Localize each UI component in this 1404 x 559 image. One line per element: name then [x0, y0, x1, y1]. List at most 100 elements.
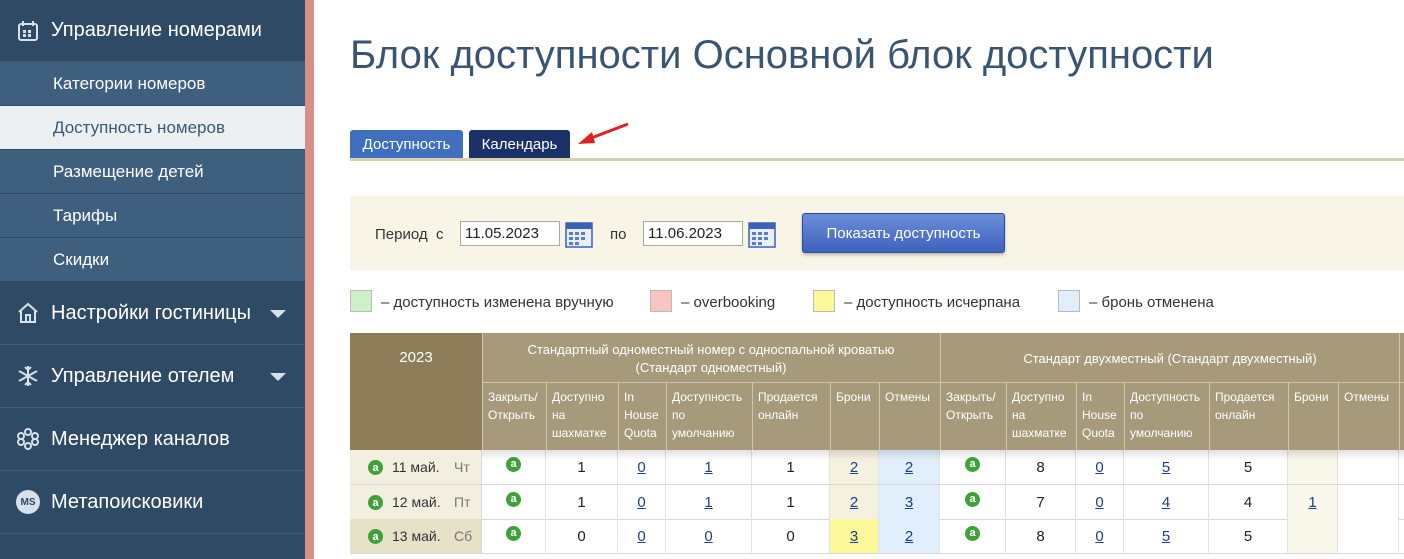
- cell-inhouse[interactable]: 0: [618, 485, 666, 519]
- open-status-icon[interactable]: a: [965, 525, 980, 541]
- cell-cancels[interactable]: 2: [879, 519, 940, 553]
- legend-swatch-cancelled: [1058, 290, 1080, 312]
- legend-text: – бронь отменена: [1089, 294, 1214, 311]
- toggle-cell: a: [482, 519, 546, 553]
- tab-calendar[interactable]: Календарь: [469, 130, 570, 158]
- show-availability-button[interactable]: Показать доступность: [802, 213, 1005, 253]
- cell-online: 4: [1209, 485, 1288, 519]
- cell-value[interactable]: 3: [905, 494, 913, 511]
- column-header-line: умолчанию: [672, 426, 735, 440]
- date-to-input[interactable]: [643, 221, 743, 246]
- tab-availability[interactable]: Доступность: [350, 130, 463, 158]
- column-header-g2-3: Доступность по умолчанию: [1130, 388, 1209, 442]
- cell-value: 1: [786, 458, 795, 476]
- open-status-icon[interactable]: a: [506, 525, 521, 541]
- cell-cancels: [1338, 519, 1399, 553]
- col-divider: [940, 333, 941, 450]
- cell-value[interactable]: 5: [1162, 528, 1170, 545]
- cell-value[interactable]: 0: [637, 459, 645, 476]
- row-dow: Чт: [454, 459, 470, 475]
- column-header-line: шахматке: [552, 426, 607, 440]
- column-header-g1-0: Закрыть/Открыть: [488, 388, 546, 424]
- snowflake-icon: [16, 364, 40, 388]
- col-divider: [1288, 382, 1289, 450]
- open-status-icon[interactable]: a: [506, 491, 521, 507]
- cell-inhouse[interactable]: 0: [1076, 485, 1124, 519]
- open-status-icon[interactable]: a: [965, 491, 980, 507]
- cell-avail: 7: [1006, 485, 1076, 519]
- cell-value[interactable]: 3: [850, 528, 858, 545]
- legend-text: – overbooking: [681, 294, 776, 311]
- col-divider: [830, 382, 831, 450]
- page-title: Блок доступности Основной блок доступнос…: [350, 33, 1214, 77]
- cell-value: 1: [786, 493, 795, 511]
- column-header-line: Quota: [624, 426, 657, 440]
- menu-label: Управление номерами: [51, 19, 262, 41]
- cell-default[interactable]: 1: [666, 485, 752, 519]
- cell-value[interactable]: 0: [1095, 528, 1103, 545]
- cell-value[interactable]: 1: [704, 494, 712, 511]
- cell-avail: 8: [1006, 519, 1076, 553]
- cell-value[interactable]: 0: [704, 528, 712, 545]
- cell-bookings[interactable]: 3: [830, 519, 879, 553]
- date-cell: a 13 май. Сб: [350, 519, 482, 553]
- open-status-icon[interactable]: a: [368, 529, 383, 544]
- cell-default[interactable]: 4: [1124, 485, 1209, 519]
- open-status-icon[interactable]: a: [368, 495, 383, 510]
- menu-hotel-management[interactable]: Управление отелем: [0, 345, 305, 408]
- calendar-picker-icon[interactable]: [748, 220, 776, 248]
- column-header-g2-0: Закрыть/Открыть: [946, 388, 1006, 424]
- calendar-picker-icon[interactable]: [565, 220, 593, 248]
- cell-value[interactable]: 2: [850, 459, 858, 476]
- cell-default[interactable]: 0: [666, 519, 752, 553]
- sidebar-item-room-categories[interactable]: Категории номеров: [0, 62, 305, 106]
- menu-hotel-settings[interactable]: Настройки гостиницы: [0, 282, 305, 345]
- hub-icon: [16, 427, 40, 451]
- cell-value[interactable]: 5: [1162, 459, 1170, 476]
- cell-value[interactable]: 1: [704, 459, 712, 476]
- cell-value[interactable]: 0: [637, 494, 645, 511]
- date-from-input[interactable]: [460, 221, 560, 246]
- menu-label: Менеджер каналов: [51, 427, 230, 450]
- cell-bookings[interactable]: 1: [1288, 485, 1338, 519]
- column-header-g1-4: Продается онлайн: [758, 388, 830, 424]
- sidebar-item-rates[interactable]: Тарифы: [0, 194, 305, 238]
- cell-online: 1: [752, 485, 830, 519]
- cell-online: 0: [752, 519, 830, 553]
- ms-badge-icon: MS: [16, 490, 40, 514]
- cell-default[interactable]: 5: [1124, 519, 1209, 553]
- menu-rooms-management[interactable]: Управление номерами: [0, 0, 305, 62]
- sidebar-item-label: Категории номеров: [53, 73, 206, 93]
- cell-value[interactable]: 0: [1095, 459, 1103, 476]
- toggle-cell: a: [940, 485, 1006, 519]
- cell-value[interactable]: 2: [905, 528, 913, 545]
- menu-channel-manager[interactable]: Менеджер каналов: [0, 408, 305, 471]
- sidebar-item-children-placement[interactable]: Размещение детей: [0, 150, 305, 194]
- cell-value: 1: [577, 493, 586, 511]
- calendar-icon: [16, 19, 40, 43]
- cell-cancels[interactable]: 3: [879, 485, 940, 519]
- menu-metasearch[interactable]: MS Метапоисковики: [0, 471, 305, 534]
- col-divider: [1076, 382, 1077, 450]
- group-header-double: Стандарт двухместный (Стандарт двухместн…: [1023, 351, 1317, 366]
- column-header-line: Закрыть/: [946, 390, 996, 404]
- cell-value[interactable]: 0: [1095, 494, 1103, 511]
- cell-value[interactable]: 2: [850, 494, 858, 511]
- column-header-line: Доступность: [1130, 390, 1201, 404]
- sidebar-item-room-availability[interactable]: Доступность номеров: [0, 106, 305, 150]
- open-status-icon[interactable]: a: [368, 460, 383, 475]
- cell-value[interactable]: 1: [1308, 494, 1316, 511]
- to-label: по: [610, 226, 627, 243]
- menu-label: Метапоисковики: [51, 490, 204, 513]
- column-header-line: Открыть: [488, 408, 536, 422]
- column-header-g2-2: In House Quota: [1082, 388, 1124, 442]
- cell-value[interactable]: 0: [637, 528, 645, 545]
- cell-inhouse[interactable]: 0: [618, 519, 666, 553]
- sidebar-item-discounts[interactable]: Скидки: [0, 238, 305, 282]
- cell-bookings[interactable]: 2: [830, 485, 879, 519]
- column-header-line: Отмены: [1344, 390, 1390, 404]
- row-dow: Пт: [454, 494, 471, 510]
- cell-value[interactable]: 2: [905, 459, 913, 476]
- cell-value[interactable]: 4: [1162, 494, 1170, 511]
- cell-inhouse[interactable]: 0: [1076, 519, 1124, 553]
